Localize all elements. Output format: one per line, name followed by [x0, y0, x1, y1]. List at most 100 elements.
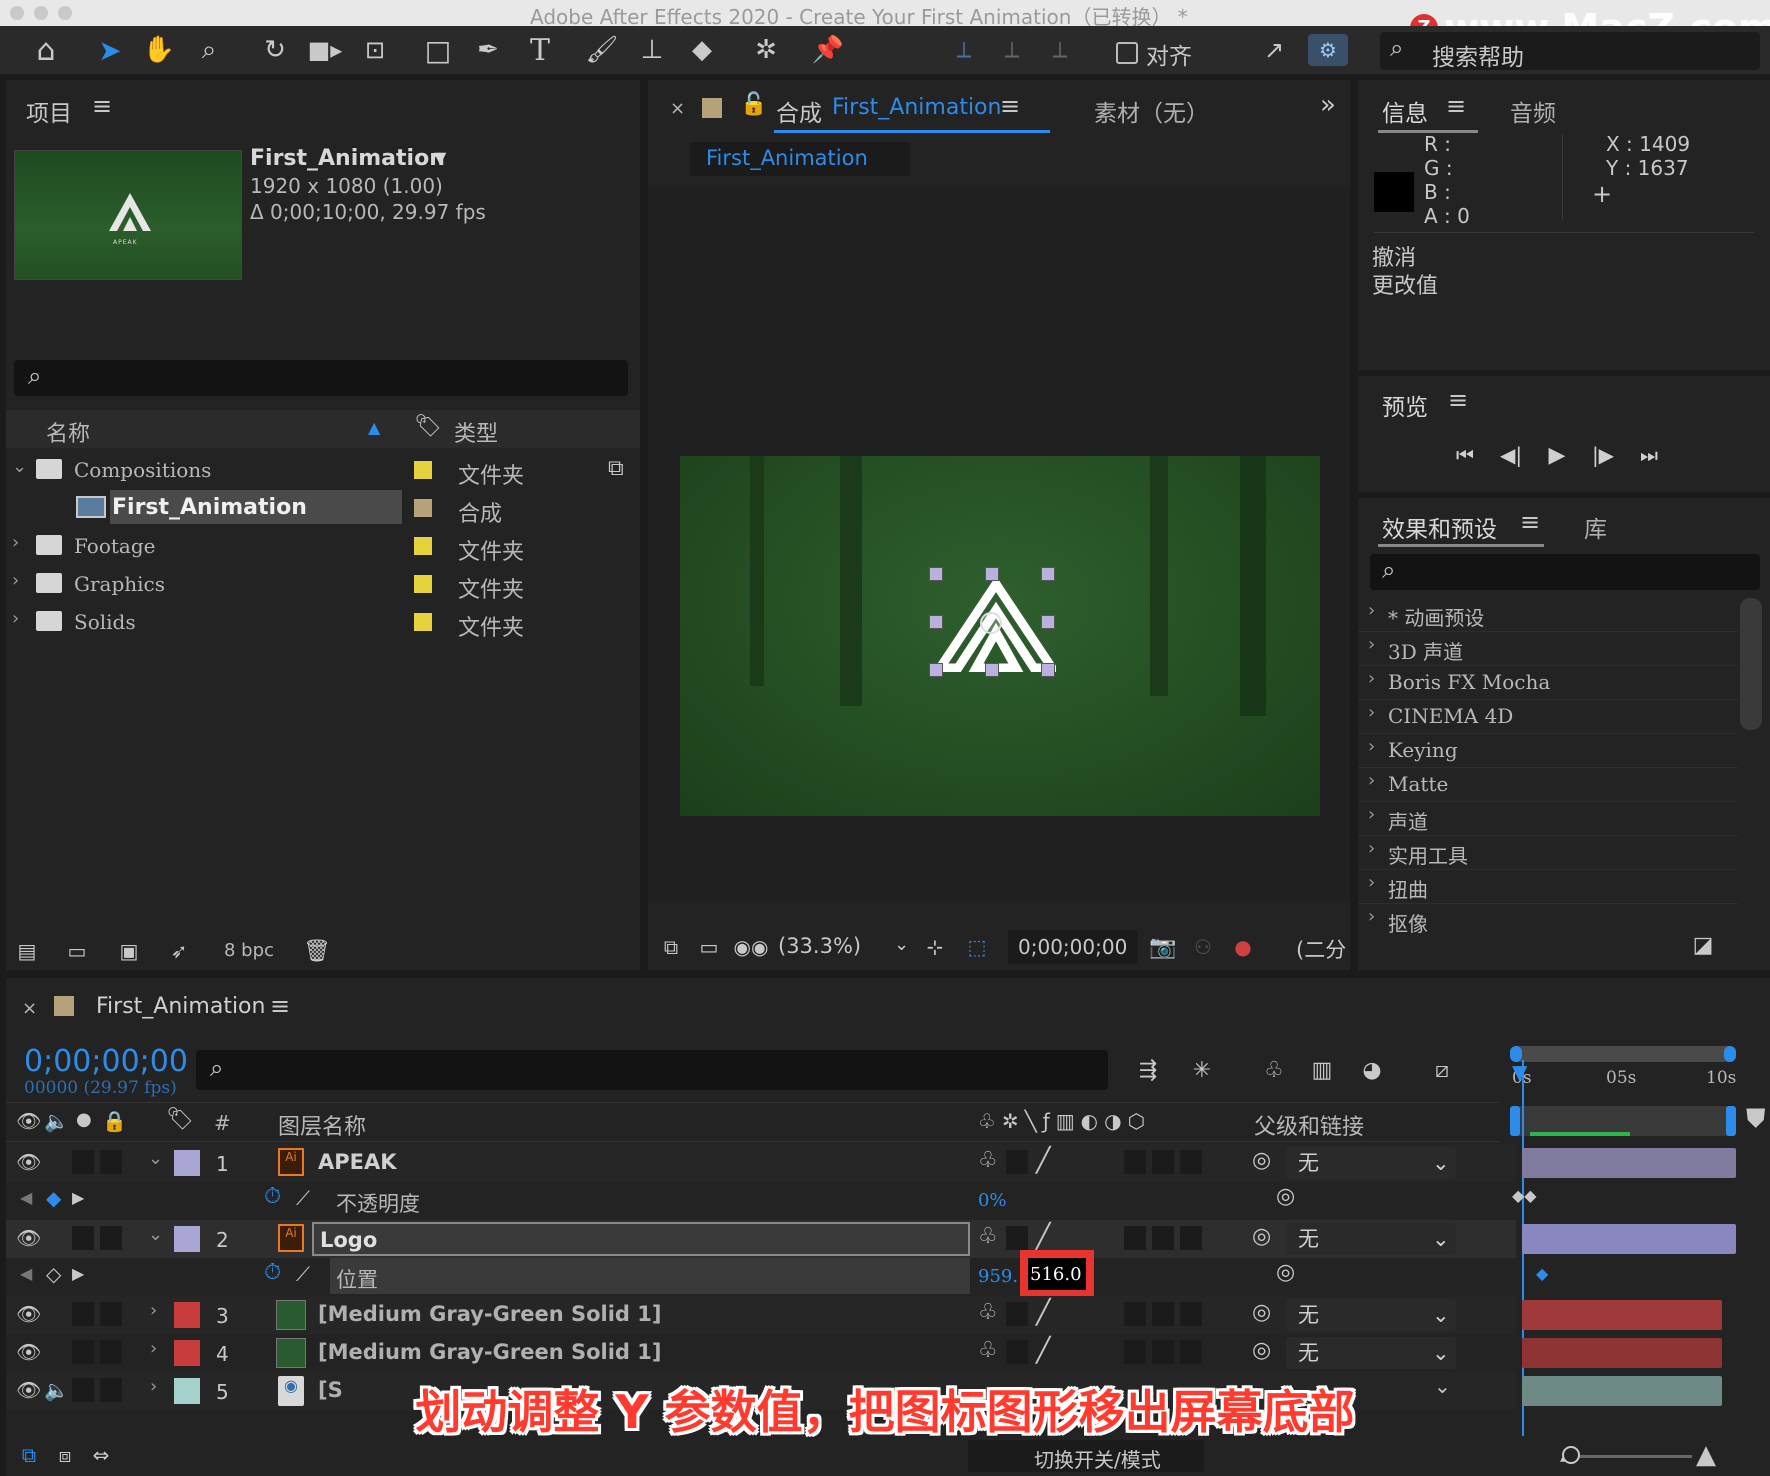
layer-bar-4[interactable]: [1522, 1338, 1722, 1368]
layer-name[interactable]: [Medium Gray-Green Solid 1]: [318, 1340, 661, 1364]
axis-world-icon[interactable]: ⟂: [994, 32, 1030, 68]
switch-cell[interactable]: [1006, 1150, 1028, 1174]
next-keyframe-icon[interactable]: ▶: [72, 1188, 84, 1207]
rectangle-tool-icon[interactable]: □: [420, 32, 456, 68]
property-row-position[interactable]: ◀ ◇ ▶ ⏱ ⟋ 位置 959. 516.0 ◎: [6, 1250, 1516, 1298]
effects-item[interactable]: › 声道: [1358, 802, 1738, 836]
label-swatch[interactable]: [414, 537, 432, 555]
axis-view-icon[interactable]: ⟂: [1042, 32, 1078, 68]
color-channels-icon[interactable]: ●: [1228, 932, 1258, 962]
switch-cell[interactable]: [1152, 1302, 1174, 1326]
quality-switch-icon[interactable]: ╱: [1036, 1336, 1050, 1364]
col-layer-name[interactable]: 图层名称: [278, 1109, 366, 1141]
close-icon[interactable]: ×: [22, 998, 37, 1019]
play-icon[interactable]: ▶: [1542, 440, 1572, 470]
switch-cell[interactable]: [1124, 1302, 1146, 1326]
snap-icon[interactable]: ↗: [1256, 32, 1292, 68]
label-swatch[interactable]: [414, 461, 432, 479]
new-composition-icon[interactable]: ▣: [112, 936, 146, 966]
panel-menu-icon[interactable]: ≡: [1448, 386, 1468, 414]
timeline-timecode[interactable]: 0;00;00;00: [24, 1044, 188, 1079]
chevron-down-icon[interactable]: ▼: [434, 148, 446, 167]
parent-dropdown[interactable]: 无 ⌄: [1286, 1147, 1456, 1179]
next-keyframe-icon[interactable]: ▶: [72, 1264, 84, 1283]
panel-menu-icon[interactable]: ≡: [1446, 92, 1466, 120]
switch-cell[interactable]: [1006, 1226, 1028, 1250]
label-swatch[interactable]: [414, 613, 432, 631]
position-y-field[interactable]: 516.0: [1020, 1250, 1094, 1298]
layer-bar-2[interactable]: [1522, 1224, 1736, 1254]
panel-menu-icon[interactable]: ≡: [1520, 508, 1540, 536]
position-y-input[interactable]: 516.0: [1028, 1258, 1086, 1290]
transfer-controls-icon[interactable]: ⧈: [50, 1440, 80, 1470]
monitor-icon[interactable]: ▭: [694, 932, 724, 962]
new-preset-icon[interactable]: ◪: [1688, 930, 1718, 960]
transform-handle[interactable]: [1041, 567, 1055, 581]
effects-item[interactable]: › Matte: [1358, 768, 1738, 802]
effects-item[interactable]: › CINEMA 4D: [1358, 700, 1738, 734]
footage-tab[interactable]: 素材（无）: [1094, 94, 1209, 128]
clone-stamp-icon[interactable]: ⊥: [634, 32, 670, 68]
eye-icon[interactable]: 👁: [16, 1226, 41, 1250]
project-search-input[interactable]: ⌕: [14, 360, 628, 396]
lock-cell[interactable]: [100, 1226, 122, 1250]
render-queue-icon[interactable]: ➶: [164, 936, 194, 966]
shy-switch-icon[interactable]: ♧: [978, 1338, 998, 1363]
switch-cell[interactable]: [1152, 1226, 1174, 1250]
pan-behind-tool-icon[interactable]: ⊡: [358, 32, 392, 68]
graph-icon[interactable]: ⟋: [296, 1262, 310, 1286]
lock-cell[interactable]: [100, 1302, 122, 1326]
always-preview-icon[interactable]: ⧉: [656, 932, 686, 962]
effects-item[interactable]: › 扭曲: [1358, 870, 1738, 904]
draft-3d-icon[interactable]: ✳: [1184, 1052, 1220, 1088]
roto-brush-icon[interactable]: ✲: [746, 32, 786, 68]
layer-row-1[interactable]: 👁 ⌄ 1 Ai APEAK ♧ ╱ ◎ 无 ⌄: [6, 1144, 1516, 1182]
layer-switches-icon[interactable]: ⧉: [14, 1440, 44, 1470]
solo-cell[interactable]: [72, 1340, 94, 1364]
col-parent[interactable]: 父级和链接: [1254, 1109, 1364, 1141]
expand-closed-icon[interactable]: ›: [12, 608, 19, 629]
comp-subtab[interactable]: First_Animation: [690, 142, 910, 176]
project-row-footage[interactable]: › Footage 文件夹: [6, 528, 606, 565]
effects-item[interactable]: › 抠像: [1358, 904, 1738, 938]
switch-cell[interactable]: [1180, 1340, 1202, 1364]
flowchart-icon[interactable]: ⧉: [608, 456, 624, 481]
switch-cell[interactable]: [1180, 1226, 1202, 1250]
layer-row-2[interactable]: 👁 ⌄ 2 Ai Logo ♧ ╱ ◎ 无 ⌄: [6, 1220, 1516, 1258]
layer-bar-1[interactable]: [1522, 1148, 1736, 1178]
audio-icon[interactable]: 🔈: [44, 1109, 69, 1133]
grid-guides-icon[interactable]: ⊹: [920, 932, 950, 962]
zoom-tool-icon[interactable]: ⌕: [192, 32, 226, 68]
zoom-window-dot[interactable]: [58, 6, 72, 20]
expand-open-icon[interactable]: ⌄: [148, 1224, 163, 1245]
puppet-pin-icon[interactable]: 📌: [810, 32, 846, 68]
eye-icon[interactable]: 👁: [16, 1302, 41, 1326]
quality-switch-icon[interactable]: ╱: [1036, 1222, 1050, 1250]
layer-name[interactable]: [Medium Gray-Green Solid 1]: [318, 1302, 661, 1326]
comp-canvas[interactable]: [680, 456, 1320, 816]
keyframe-marker[interactable]: ◆: [1536, 1264, 1548, 1283]
expand-open-icon[interactable]: ⌄: [148, 1148, 163, 1169]
show-snapshot-icon[interactable]: ⚇: [1188, 932, 1218, 962]
switch-cell[interactable]: [1180, 1150, 1202, 1174]
solo-icon[interactable]: ●: [76, 1109, 92, 1130]
expand-closed-icon[interactable]: ›: [150, 1300, 157, 1321]
layer-row-3[interactable]: 👁 › 3 [Medium Gray-Green Solid 1] ♧ ╱ ◎ …: [6, 1296, 1516, 1334]
switch-cell[interactable]: [1124, 1226, 1146, 1250]
anchor-point-icon[interactable]: [980, 612, 1002, 634]
effects-item[interactable]: › * 动画预设: [1358, 598, 1738, 632]
solo-cell[interactable]: [72, 1150, 94, 1174]
info-panel-title[interactable]: 信息: [1382, 94, 1428, 128]
prev-keyframe-icon[interactable]: ◀: [20, 1188, 32, 1207]
switch-cell[interactable]: [1006, 1340, 1028, 1364]
label-swatch[interactable]: [414, 575, 432, 593]
label-swatch[interactable]: [174, 1226, 200, 1252]
eye-icon[interactable]: 👁: [16, 1109, 41, 1133]
pen-tool-icon[interactable]: ✒: [470, 32, 506, 68]
trash-icon[interactable]: 🗑: [302, 936, 332, 966]
next-frame-icon[interactable]: |▶: [1588, 440, 1618, 470]
effects-panel-title[interactable]: 效果和预设: [1382, 510, 1497, 544]
pick-whip-icon[interactable]: ◎: [1252, 1338, 1271, 1363]
effects-item[interactable]: › Boris FX Mocha: [1358, 666, 1738, 700]
panel-menu-icon[interactable]: ≡: [92, 92, 112, 120]
